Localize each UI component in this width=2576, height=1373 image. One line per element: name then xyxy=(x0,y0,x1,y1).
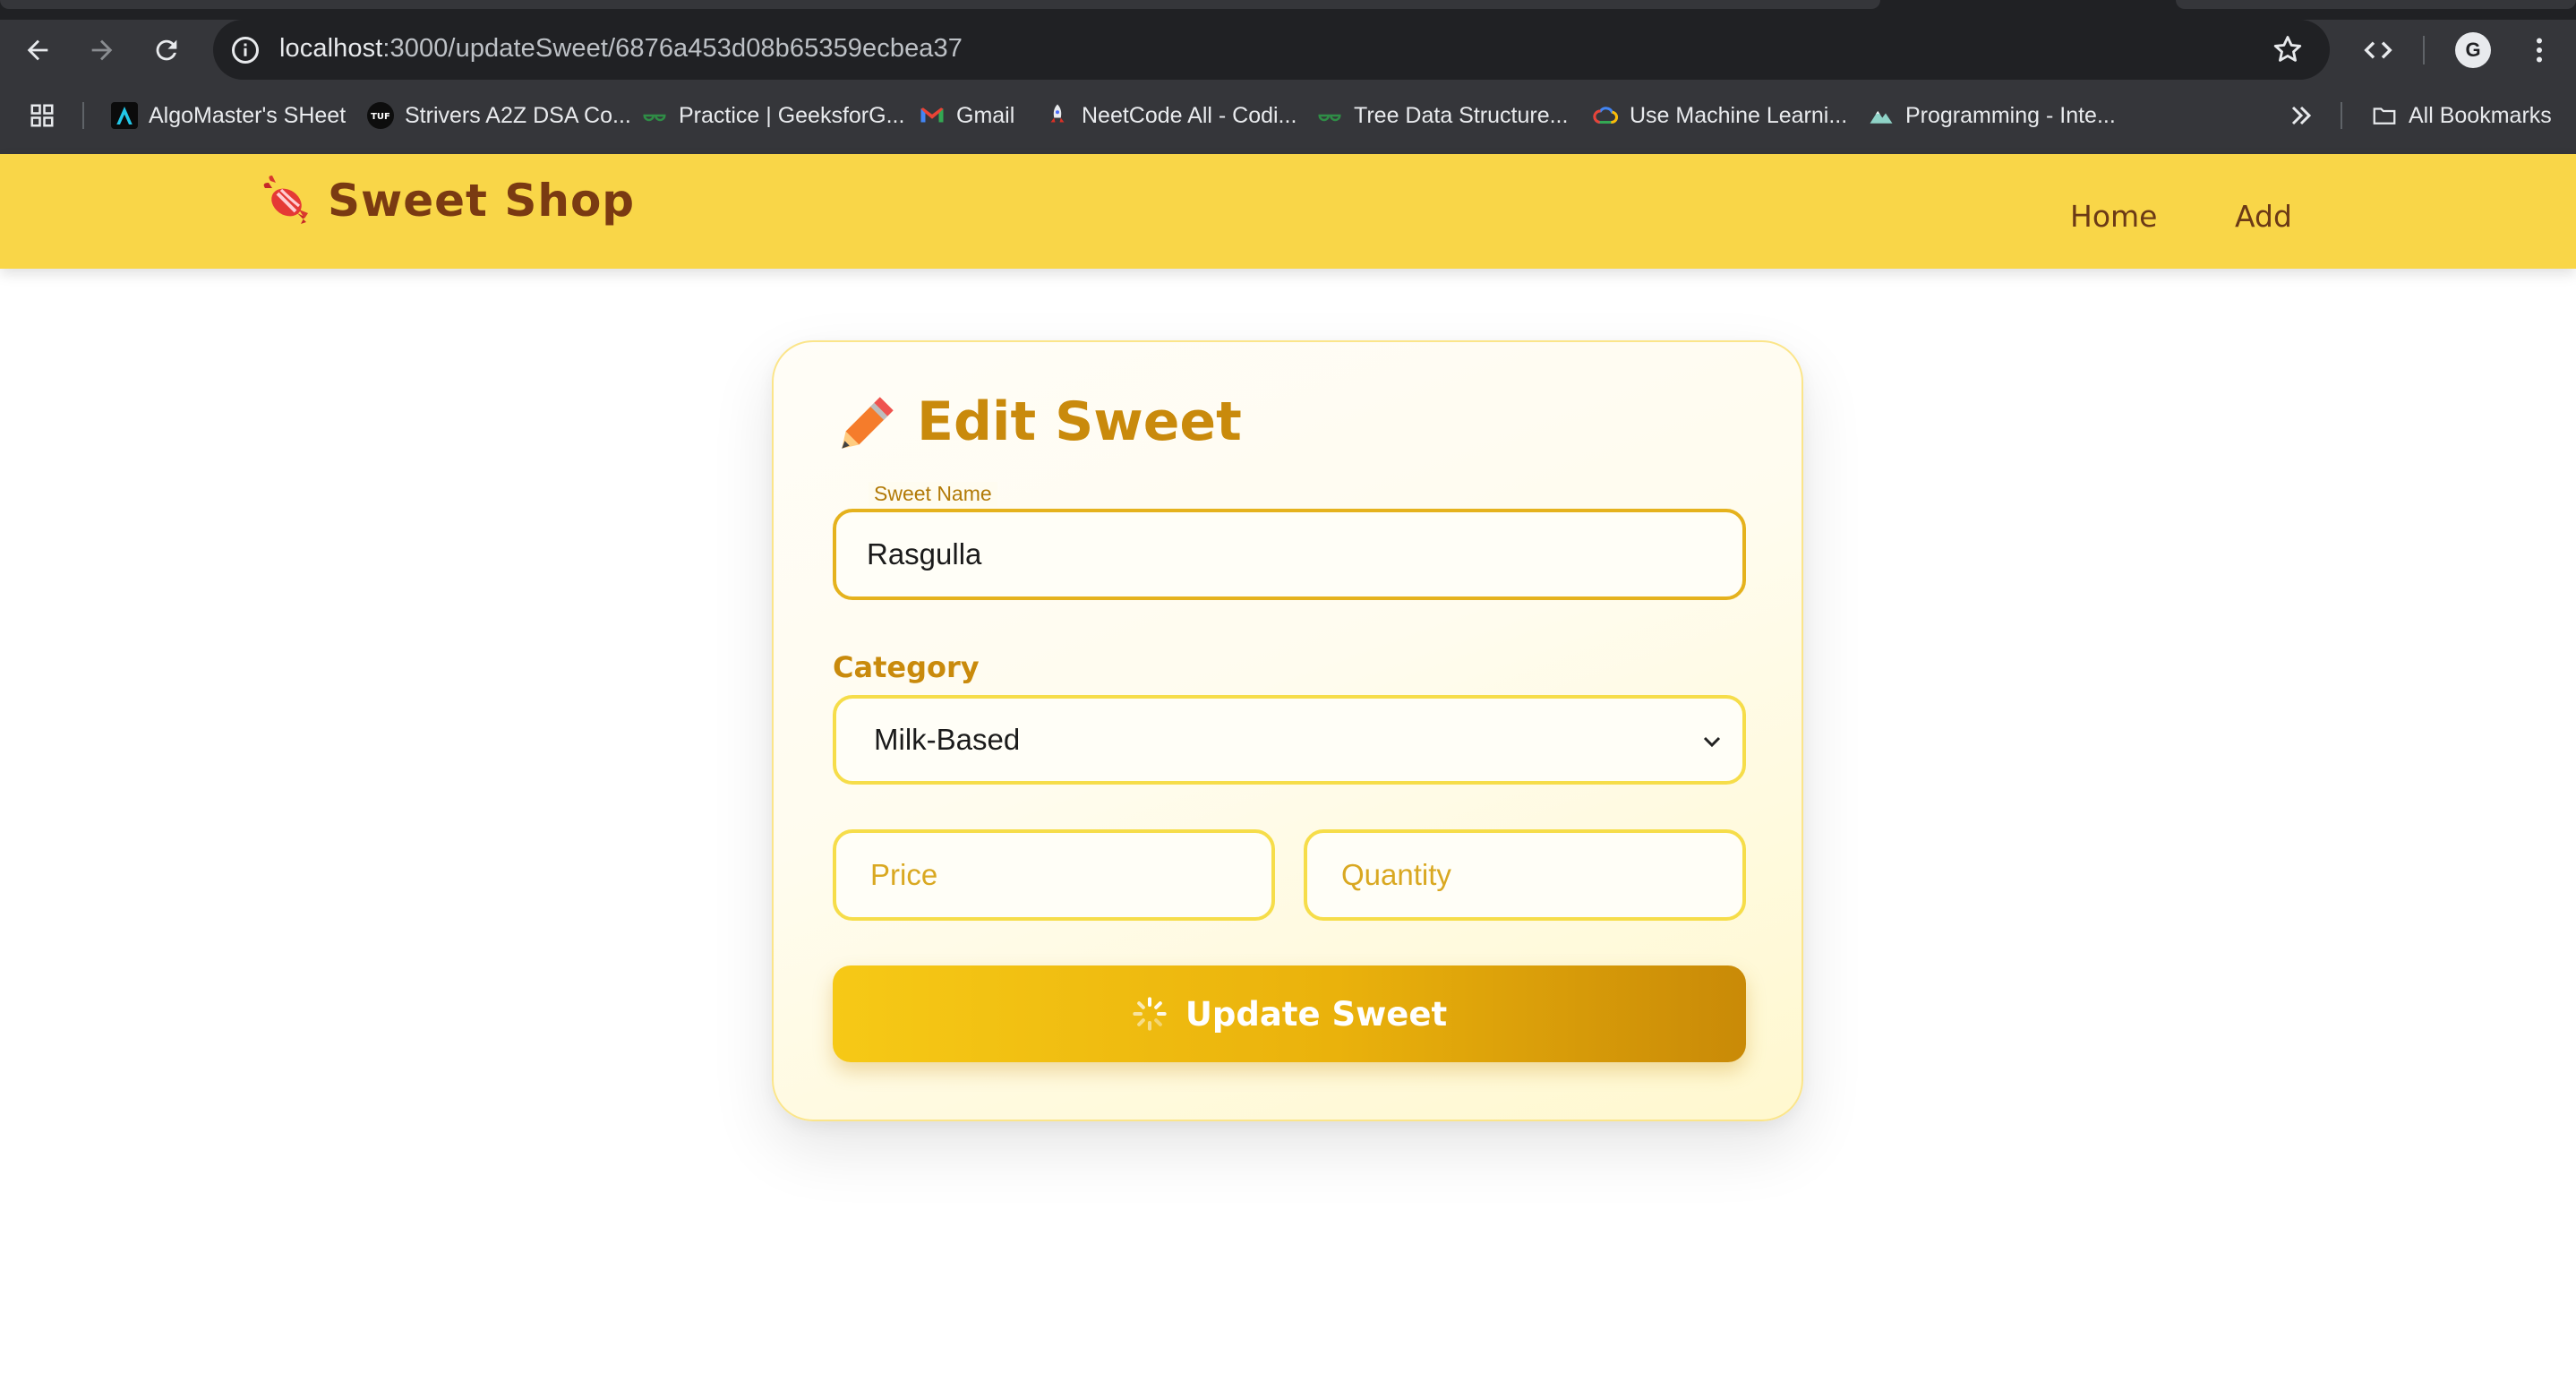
nav-add-link[interactable]: Add xyxy=(2235,199,2292,234)
gfg-icon xyxy=(1316,102,1343,129)
pencil-icon xyxy=(842,397,894,449)
price-input[interactable]: Price xyxy=(833,829,1275,921)
more-menu-icon[interactable] xyxy=(2523,32,2555,68)
url-text[interactable]: localhost:3000/updateSweet/6876a453d08b6… xyxy=(279,34,963,64)
bookmark-neetcode[interactable]: NeetCode All - Codi... xyxy=(1044,97,1297,134)
bookmarks-divider xyxy=(82,102,84,129)
bookmark-label: AlgoMaster's SHeet xyxy=(149,102,347,128)
quantity-placeholder: Quantity xyxy=(1341,858,1451,891)
loading-spinner-icon xyxy=(1133,997,1167,1031)
all-bookmarks-button[interactable]: All Bookmarks xyxy=(2371,97,2552,134)
bookmark-label: Programming - Inte... xyxy=(1905,102,2116,128)
reload-button[interactable] xyxy=(147,30,186,70)
reload-icon xyxy=(156,39,177,61)
brand-title: Sweet Shop xyxy=(328,175,636,227)
browser-chrome: localhost:3000/updateSweet/6876a453d08b6… xyxy=(0,0,2576,154)
address-bar[interactable]: localhost:3000/updateSweet/6876a453d08b6… xyxy=(213,20,2330,80)
card-title: Edit Sweet xyxy=(917,390,1242,453)
bookmark-label: Tree Data Structure... xyxy=(1354,102,1569,128)
app-header: Sweet Shop Home Add xyxy=(0,154,2576,269)
profile-avatar[interactable]: G xyxy=(2455,32,2491,68)
all-bookmarks-label: All Bookmarks xyxy=(2409,102,2552,128)
update-sweet-label: Update Sweet xyxy=(1185,994,1448,1034)
rocket-icon xyxy=(1044,102,1071,129)
more-bookmarks-icon[interactable] xyxy=(2285,97,2317,134)
folder-icon xyxy=(2371,102,2398,129)
bookmarks-bar: AlgoMaster's SHeet TUF Strivers A2Z DSA … xyxy=(0,97,2576,134)
back-button[interactable] xyxy=(18,30,57,70)
active-tab-edge[interactable] xyxy=(0,0,1880,9)
card-heading: Edit Sweet xyxy=(838,390,1242,453)
bookmark-machine-learning[interactable]: Use Machine Learni... xyxy=(1592,97,1847,134)
forward-arrow-icon xyxy=(91,39,113,61)
brand[interactable]: Sweet Shop xyxy=(261,174,635,227)
update-sweet-button[interactable]: Update Sweet xyxy=(833,965,1746,1062)
tuf-icon: TUF xyxy=(367,102,394,129)
bookmark-label: Strivers A2Z DSA Co... xyxy=(405,102,631,128)
bookmark-label: Gmail xyxy=(956,102,1015,128)
category-label: Category xyxy=(833,650,980,684)
apps-grid-icon xyxy=(30,104,54,127)
gfg-icon xyxy=(641,102,668,129)
url-path: :3000/updateSweet/6876a453d08b65359ecbea… xyxy=(382,34,963,63)
category-selected-value: Milk-Based xyxy=(874,723,1021,756)
bookmark-gmail[interactable]: Gmail xyxy=(919,97,1014,134)
algomaster-icon xyxy=(111,102,138,129)
bookmark-label: Use Machine Learni... xyxy=(1630,102,1848,128)
chevron-down-icon xyxy=(1703,736,1721,748)
gmail-icon xyxy=(919,102,946,129)
site-info-icon[interactable] xyxy=(229,34,261,66)
tab-edge[interactable] xyxy=(2176,0,2576,9)
quantity-input[interactable]: Quantity xyxy=(1304,829,1746,921)
edit-sweet-card: Edit Sweet Sweet Name Rasgulla Category … xyxy=(772,340,1803,1121)
forward-button[interactable] xyxy=(82,30,122,70)
tab-strip xyxy=(0,0,2576,20)
bookmark-strivers[interactable]: TUF Strivers A2Z DSA Co... xyxy=(367,97,631,134)
svg-text:TUF: TUF xyxy=(371,112,390,122)
code-icon[interactable] xyxy=(2358,32,2398,68)
toolbar-divider xyxy=(2423,36,2425,64)
category-select[interactable]: Milk-Based xyxy=(833,695,1746,785)
back-arrow-icon xyxy=(27,39,48,61)
bookmark-tree-data-structure[interactable]: Tree Data Structure... xyxy=(1316,97,1568,134)
url-host: localhost xyxy=(279,34,383,63)
nav-home-link[interactable]: Home xyxy=(2070,199,2157,234)
browser-toolbar: localhost:3000/updateSweet/6876a453d08b6… xyxy=(0,20,2576,81)
sweet-name-label: Sweet Name xyxy=(869,482,997,506)
bookmark-geeksforgeeks[interactable]: Practice | GeeksforG... xyxy=(641,97,904,134)
apps-grid-button[interactable] xyxy=(29,97,56,134)
bookmark-star-icon[interactable] xyxy=(2271,32,2305,66)
bookmarks-divider xyxy=(2341,102,2342,129)
google-cloud-icon xyxy=(1592,102,1619,129)
bookmark-programming[interactable]: Programming - Inte... xyxy=(1868,97,2116,134)
sweet-name-input[interactable]: Rasgulla xyxy=(833,509,1746,600)
mountain-icon xyxy=(1868,102,1895,129)
price-placeholder: Price xyxy=(870,858,938,891)
bookmark-label: NeetCode All - Codi... xyxy=(1082,102,1297,128)
bookmark-label: Practice | GeeksforG... xyxy=(679,102,905,128)
candy-icon xyxy=(263,176,308,224)
bookmark-algomaster[interactable]: AlgoMaster's SHeet xyxy=(111,97,346,134)
